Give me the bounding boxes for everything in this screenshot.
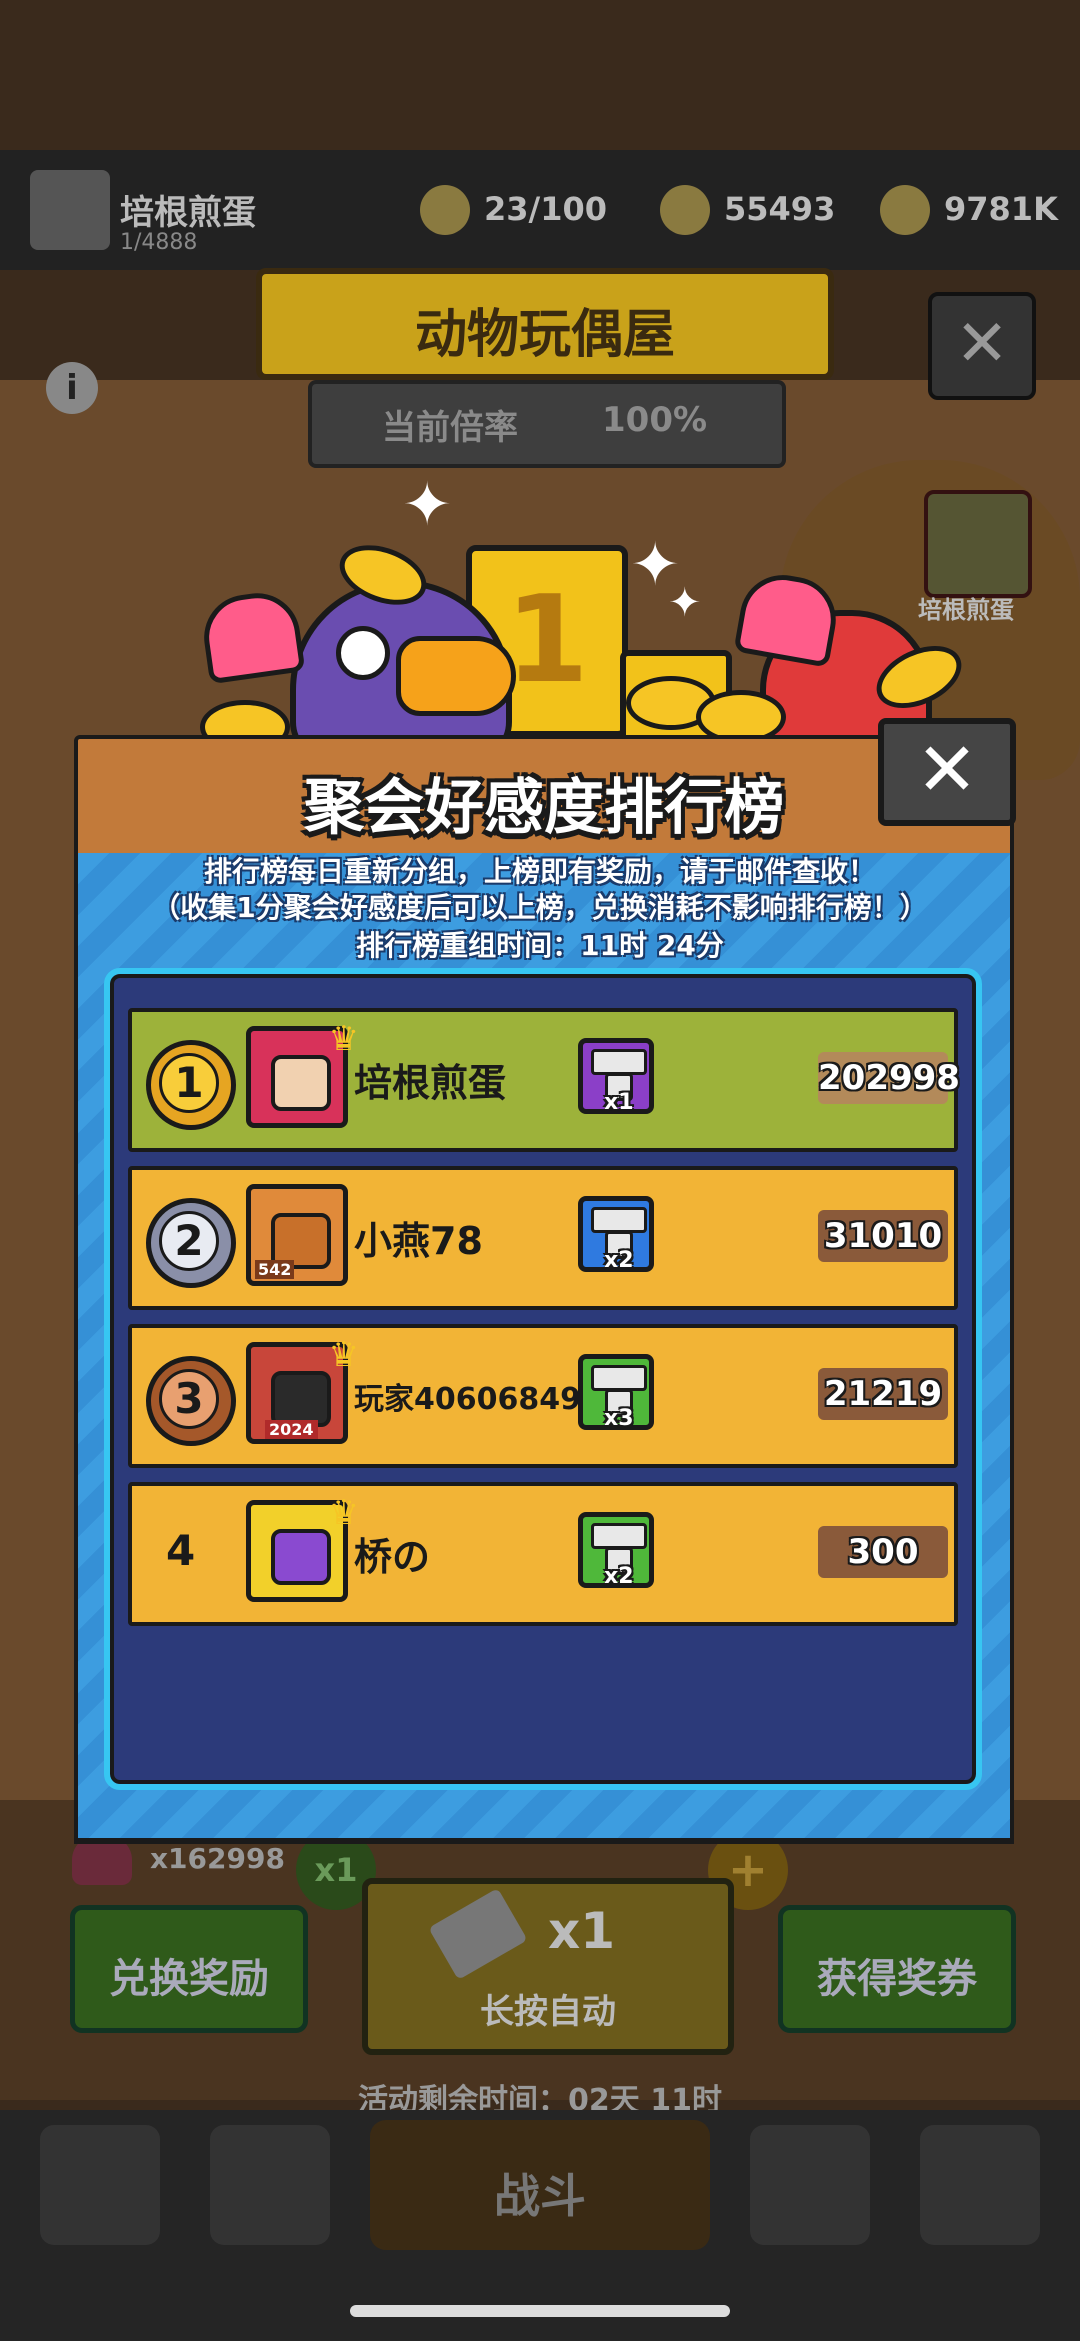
notice-line-1: 排行榜每日重新分组，上榜即有奖励，请于邮件查收！ [203, 855, 876, 888]
nav-more-icon[interactable] [920, 2125, 1040, 2245]
auto-draw-button[interactable]: x1 长按自动 [362, 1878, 734, 2055]
exchange-reward-label: 兑换奖励 [109, 1956, 269, 2002]
avatar[interactable]: ♛ [246, 1493, 359, 1602]
stamina-value: 23/100 [484, 190, 608, 228]
avatar-face [271, 1055, 331, 1111]
score: 300 [818, 1526, 948, 1578]
reward-quantity: x2 [604, 1248, 634, 1273]
heart-count: x162998 [150, 1842, 285, 1875]
score: 202998 [818, 1052, 960, 1104]
duck-beak [396, 636, 516, 716]
leaderboard-title: 聚会好感度排行榜 [304, 773, 784, 843]
top-bar: 培根煎蛋 1/4888 23/100 55493 9781K [0, 150, 1080, 270]
avatar-level-badge: 542 [255, 1260, 295, 1279]
nav-fight-button[interactable]: 战斗 [370, 2120, 710, 2250]
stamina-icon [420, 185, 470, 235]
scene-title: 动物玩偶屋 [414, 305, 675, 365]
reward-quantity: x3 [604, 1406, 634, 1431]
leaderboard-row[interactable]: 1 ♛ 培根煎蛋 x1 202998 [128, 1008, 960, 1152]
scene-close-icon[interactable]: ✕ [928, 292, 1036, 400]
score: 21219 [818, 1368, 948, 1420]
score: 31010 [818, 1210, 948, 1262]
crown-icon: ♛ [328, 1335, 359, 1375]
leaderboard-row[interactable]: 4 ♛ 桥の x2 300 [128, 1482, 958, 1626]
rank-number: 4 [166, 1526, 196, 1575]
get-ticket-button[interactable]: 获得奖券 [778, 1905, 1016, 2033]
ticket-icon [428, 1888, 528, 1980]
auto-label: 长按自动 [480, 1992, 616, 2032]
player-name: 培根煎蛋 [354, 1061, 507, 1105]
duck-eye [336, 626, 390, 680]
reward-quantity: x1 [604, 1090, 634, 1115]
avatar-face [271, 1371, 331, 1427]
rank-number: 2 [159, 1211, 219, 1271]
avatar-face [271, 1529, 331, 1585]
avatar[interactable]: ♛ [246, 1019, 359, 1128]
side-name: 培根煎蛋 [918, 596, 1014, 624]
close-icon[interactable]: ✕ [878, 718, 1016, 826]
player-avatar[interactable] [30, 170, 110, 250]
sparkle-icon: ✦ [668, 580, 702, 626]
get-ticket-label: 获得奖券 [817, 1956, 977, 2002]
avatar[interactable]: 542 [246, 1184, 348, 1286]
gem-icon [660, 185, 710, 235]
bronze-medal-icon: 3 [146, 1356, 236, 1446]
notice-line-3: 排行榜重组时间：11时 24分 [356, 929, 724, 962]
rate-box: 当前倍率 100% [308, 380, 786, 468]
reward-quantity: x2 [604, 1564, 634, 1589]
rate-label: 当前倍率 [382, 408, 518, 448]
nav-team-icon[interactable] [750, 2125, 870, 2245]
gold-medal-icon: 1 [146, 1040, 236, 1130]
info-icon[interactable]: i [46, 362, 98, 414]
rank-number: 1 [159, 1053, 219, 1113]
player-name: 小燕78 [354, 1219, 483, 1263]
coin-icon [880, 185, 930, 235]
player-name: 桥の [354, 1535, 431, 1579]
nav-fight-label: 战斗 [494, 2169, 586, 2223]
nav-hero-icon[interactable] [210, 2125, 330, 2245]
rank-number: 3 [159, 1369, 219, 1429]
avatar-year-badge: 2024 [265, 1420, 318, 1439]
avatar[interactable]: ♛ 2024 [246, 1335, 359, 1444]
gem-value: 55493 [724, 190, 836, 228]
notice-line-2: （收集1分聚会好感度后可以上榜，兑换消耗不影响排行榜！） [152, 891, 928, 924]
scene-title-banner: 动物玩偶屋 [256, 268, 834, 380]
sparkle-icon: ✦ [402, 470, 453, 540]
leaderboard-row[interactable]: 2 542 小燕78 x2 31010 [128, 1166, 958, 1310]
leaderboard-header: 聚会好感度排行榜 [74, 735, 1014, 861]
side-avatar[interactable] [924, 490, 1032, 598]
home-indicator [350, 2305, 730, 2317]
coin-value: 9781K [944, 190, 1058, 228]
player-sub: 1/4888 [120, 230, 198, 255]
auto-count: x1 [548, 1902, 616, 1960]
silver-medal-icon: 2 [146, 1198, 236, 1288]
exchange-reward-button[interactable]: 兑换奖励 [70, 1905, 308, 2033]
player-name: 玩家40606849 [354, 1382, 581, 1417]
nav-shop-icon[interactable] [40, 2125, 160, 2245]
leaderboard-row[interactable]: 3 ♛ 2024 玩家40606849 x3 21219 [128, 1324, 958, 1468]
player-name: 培根煎蛋 [120, 193, 256, 233]
rate-value: 100% [602, 400, 708, 440]
